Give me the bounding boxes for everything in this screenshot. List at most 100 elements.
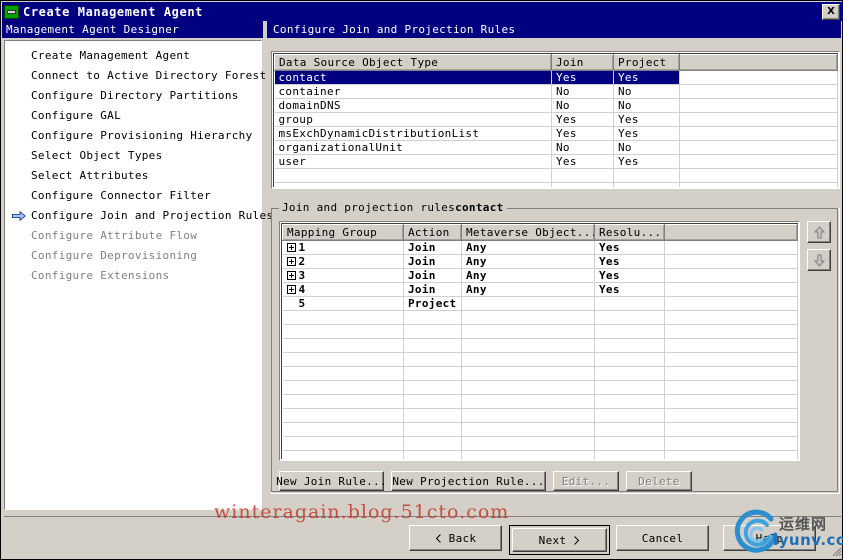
cell-spacer — [664, 338, 798, 353]
cell-spacer — [679, 126, 838, 141]
cell-type — [274, 182, 552, 187]
cell-resolution — [594, 450, 665, 459]
sidebar-step-1[interactable]: Connect to Active Directory Forest — [5, 66, 266, 86]
table-row[interactable] — [274, 182, 838, 187]
table-row[interactable] — [282, 422, 798, 437]
table-row[interactable] — [282, 450, 798, 459]
back-button[interactable]: Back — [409, 525, 502, 551]
data-source-table: Data Source Object Type Join Project conta… — [274, 54, 838, 187]
sidebar-step-4[interactable]: Configure Provisioning Hierarchy — [5, 126, 261, 146]
sidebar-step-0[interactable]: Create Management Agent — [5, 46, 261, 66]
cancel-button[interactable]: Cancel — [616, 525, 709, 551]
sidebar-step-9: Configure Attribute Flow — [5, 226, 261, 246]
data-source-object-type-grid[interactable]: Data Source Object Type Join Project conta… — [271, 51, 840, 189]
cell-metaverse — [461, 352, 595, 367]
column-header[interactable]: Action — [403, 224, 462, 241]
column-header[interactable]: Resolu... — [594, 224, 665, 241]
column-header[interactable]: Metaverse Object... — [461, 224, 595, 241]
table-row[interactable]: domainDNS No No — [274, 98, 838, 113]
table-row[interactable] — [274, 168, 838, 183]
table-row[interactable] — [282, 366, 798, 381]
table-row[interactable]: 2 Join Any Yes — [282, 254, 798, 269]
cell-type: contact — [274, 70, 552, 85]
table-row[interactable]: 3 Join Any Yes — [282, 268, 798, 283]
help-button[interactable]: Help — [723, 525, 816, 551]
cell-metaverse: Any — [461, 240, 595, 255]
cell-mapping-group: 2 — [282, 254, 404, 269]
cell-mapping-group: 4 — [282, 282, 404, 297]
move-rule-down-button[interactable] — [807, 249, 831, 271]
edit-rule-button[interactable]: Edit... — [553, 471, 619, 491]
table-row[interactable]: contact Yes Yes — [274, 70, 838, 85]
table-row[interactable]: 1 Join Any Yes — [282, 240, 798, 255]
sidebar-step-8[interactable]: Configure Join and Projection Rules — [5, 206, 273, 226]
chevron-left-icon — [435, 533, 441, 543]
column-header[interactable]: Mapping Group — [282, 224, 404, 241]
table-row[interactable]: 5 Project — [282, 296, 798, 311]
new-projection-rule-button[interactable]: New Projection Rule... — [391, 471, 546, 491]
sidebar-step-5[interactable]: Select Object Types — [5, 146, 261, 166]
table-row[interactable]: user Yes Yes — [274, 154, 838, 169]
expand-icon[interactable] — [286, 271, 296, 280]
cell-metaverse — [461, 408, 595, 423]
cell-spacer — [664, 310, 798, 325]
cell-type: group — [274, 112, 552, 127]
table-row[interactable] — [282, 338, 798, 353]
table-row[interactable] — [282, 436, 798, 451]
table-row[interactable] — [282, 380, 798, 395]
column-header[interactable] — [664, 224, 798, 241]
table-row[interactable] — [282, 310, 798, 325]
sidebar-step-label: Configure Deprovisioning — [31, 249, 198, 262]
cell-metaverse — [461, 380, 595, 395]
table-row[interactable]: group Yes Yes — [274, 112, 838, 127]
sidebar-step-label: Create Management Agent — [31, 49, 191, 62]
join-and-projection-rules-group: Join and projection rulescontact Mapping… — [271, 201, 840, 494]
cell-join: Yes — [551, 126, 614, 141]
column-header[interactable] — [679, 54, 838, 71]
cell-mapping-group — [282, 380, 404, 395]
next-button[interactable]: Next — [512, 528, 607, 552]
table-row[interactable] — [282, 408, 798, 423]
data-source-grid-inner: Data Source Object Type Join Project conta… — [273, 53, 838, 187]
cell-resolution: Yes — [594, 268, 665, 283]
move-rule-up-button[interactable] — [807, 221, 831, 243]
table-row[interactable]: organizationalUnit No No — [274, 140, 838, 155]
cell-mapping-group — [282, 436, 404, 451]
cell-action — [403, 366, 462, 381]
sidebar-step-6[interactable]: Select Attributes — [5, 166, 261, 186]
rules-grid[interactable]: Mapping Group Action Metaverse Object... Re… — [279, 221, 800, 461]
table-row[interactable]: 4 Join Any Yes — [282, 282, 798, 297]
expand-icon[interactable] — [286, 257, 296, 266]
sidebar-step-label: Configure Extensions — [31, 269, 170, 282]
delete-rule-label: Delete — [638, 474, 680, 488]
column-header[interactable]: Join — [551, 54, 614, 71]
create-management-agent-window: Create Management Agent X Management Age… — [0, 0, 843, 560]
sidebar-step-7[interactable]: Configure Connector Filter — [5, 186, 261, 206]
cell-action — [403, 310, 462, 325]
expand-icon[interactable] — [286, 285, 296, 294]
cell-join: Yes — [551, 154, 614, 169]
table-row[interactable] — [282, 324, 798, 339]
cell-action — [403, 450, 462, 459]
table-row[interactable] — [282, 352, 798, 367]
column-header[interactable]: Data Source Object Type — [274, 54, 552, 71]
expand-icon[interactable] — [286, 243, 296, 252]
new-join-rule-button[interactable]: New Join Rule... — [276, 471, 387, 491]
cell-type: user — [274, 154, 552, 169]
cell-resolution — [594, 394, 665, 409]
column-header[interactable]: Project — [613, 54, 680, 71]
designer-step-list: Create Management Agent Connect to Active… — [4, 40, 273, 510]
sidebar-step-label: Configure GAL — [31, 109, 121, 122]
table-row[interactable]: msExchDynamicDistributionList Yes Yes — [274, 126, 838, 141]
table-row[interactable] — [282, 394, 798, 409]
cell-spacer — [679, 70, 838, 85]
mapping-group-label: 2 — [298, 255, 306, 268]
sidebar-step-3[interactable]: Configure GAL — [5, 106, 261, 126]
cell-mapping-group — [282, 310, 404, 325]
delete-rule-button[interactable]: Delete — [626, 471, 692, 491]
table-row[interactable]: container No No — [274, 84, 838, 99]
cell-spacer — [664, 268, 798, 283]
cell-spacer — [664, 450, 798, 459]
sidebar-step-2[interactable]: Configure Directory Partitions — [5, 86, 261, 106]
close-icon[interactable]: X — [822, 3, 840, 20]
